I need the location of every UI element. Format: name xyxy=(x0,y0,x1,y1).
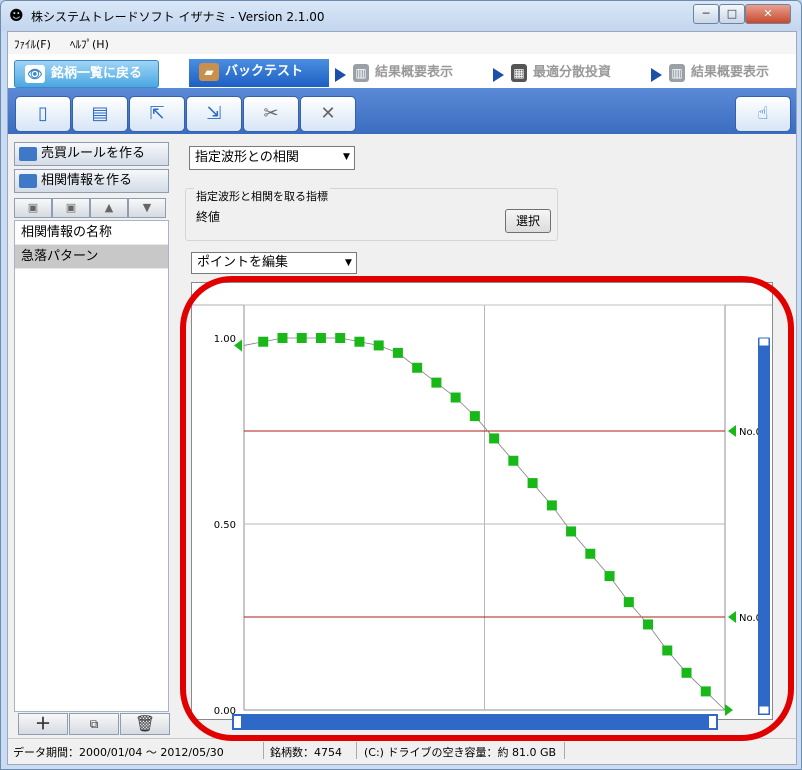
tab-results-2[interactable]: ▥ 結果概要表示 xyxy=(669,60,769,86)
export-button[interactable]: ⇱ xyxy=(129,96,185,132)
horizontal-scroll-thumb-left[interactable] xyxy=(234,716,241,728)
correlation-button[interactable]: 相関情報を作る xyxy=(14,169,169,193)
status-divider xyxy=(564,742,565,759)
move-down-icon[interactable]: ▼ xyxy=(128,198,166,218)
copy-icon[interactable]: ⧉ xyxy=(69,713,119,735)
back-to-list-button[interactable]: 👁 銘柄一覧に戻る xyxy=(14,60,159,88)
status-divider xyxy=(356,742,357,759)
highlight-ring xyxy=(180,276,794,741)
export-icon: ⇱ xyxy=(149,103,165,124)
list-item[interactable]: 急落パターン xyxy=(15,245,168,269)
save-chart-button[interactable]: ▤ xyxy=(72,96,128,132)
menu-bar: ﾌｧｲﾙ(F) ﾍﾙﾌﾟ(H) xyxy=(8,32,796,55)
horizontal-scrollbar[interactable] xyxy=(232,714,718,730)
list-header: 相関情報の名称 xyxy=(15,221,168,245)
hand-button[interactable]: ☝ xyxy=(735,96,791,132)
new-doc-icon: ▯ xyxy=(38,103,48,124)
save-as-icon[interactable]: ▣ xyxy=(52,198,90,218)
new-button[interactable]: ▯ xyxy=(15,96,71,132)
tab-results[interactable]: ▥ 結果概要表示 xyxy=(353,60,453,86)
delete-icon[interactable]: 🗑 xyxy=(120,713,170,735)
maximize-button[interactable]: □ xyxy=(719,4,745,24)
tools-button[interactable]: ✂ xyxy=(243,96,299,132)
chevron-down-icon: ▼ xyxy=(345,258,352,268)
move-up-icon[interactable]: ▲ xyxy=(90,198,128,218)
list-actions: ＋ ⧉ 🗑 xyxy=(14,713,170,735)
minimize-button[interactable]: ─ xyxy=(693,4,719,24)
select-button[interactable]: 選択 xyxy=(505,209,551,233)
menu-help[interactable]: ﾍﾙﾌﾟ(H) xyxy=(70,36,109,52)
horizontal-scroll-thumb-right[interactable] xyxy=(709,716,716,728)
tab-portfolio-label: 最適分散投資 xyxy=(533,65,612,80)
import-button[interactable]: ⇲ xyxy=(186,96,242,132)
mode-select[interactable]: 指定波形との相関 ▼ xyxy=(189,146,355,170)
status-disk: (C:) ドライブの空き容量：約 81.0 GB xyxy=(364,746,557,759)
tools-icon: ✂ xyxy=(263,103,279,124)
back-label: 銘柄一覧に戻る xyxy=(51,66,143,81)
chart-icon: ▥ xyxy=(669,63,685,82)
correlation-list: 相関情報の名称 急落パターン xyxy=(14,220,169,712)
trade-rule-label: 売買ルールを作る xyxy=(41,146,146,161)
tab-results-label: 結果概要表示 xyxy=(375,65,454,80)
correlation-label: 相関情報を作る xyxy=(41,173,133,188)
save-chart-icon: ▤ xyxy=(91,103,109,124)
chart-icon: ▥ xyxy=(353,63,369,82)
rule-icon xyxy=(19,146,37,161)
settings-icon: ✕ xyxy=(320,103,336,124)
tab-results-2-label: 結果概要表示 xyxy=(691,65,770,80)
tab-arrow-icon xyxy=(651,68,662,82)
tab-backtest[interactable]: ▰ バックテスト xyxy=(189,59,329,87)
tab-backtest-label: バックテスト xyxy=(225,64,304,79)
save-icon[interactable]: ▣ xyxy=(14,198,52,218)
trade-rule-button[interactable]: 売買ルールを作る xyxy=(14,142,169,166)
tab-arrow-icon xyxy=(493,68,504,82)
app-icon: ☻ xyxy=(9,8,24,24)
import-icon: ⇲ xyxy=(206,103,222,124)
group-label: 指定波形と相関を取る指標 xyxy=(194,188,330,204)
tab-strip: 👁 銘柄一覧に戻る ▰ バックテスト ▥ 結果概要表示 ▦ 最適分散投資 ▥ 結果概要表示 xyxy=(8,54,796,88)
status-period: データ期間：2000/01/04 ～ 2012/05/30 xyxy=(13,746,224,759)
window-title: 株システムトレードソフト イザナミ - Version 2.1.00 xyxy=(31,10,325,24)
list-toolbar: ▣ ▣ ▲ ▼ xyxy=(14,198,169,218)
bag-icon: ▰ xyxy=(199,62,219,81)
chevron-down-icon: ▼ xyxy=(343,152,350,162)
edit-mode-value: ポイントを編集 xyxy=(197,255,289,270)
grid-icon: ▦ xyxy=(511,63,527,82)
toolbar: ▯ ▤ ⇱ ⇲ ✂ ✕ ☝ xyxy=(8,88,796,134)
menu-file[interactable]: ﾌｧｲﾙ(F) xyxy=(14,36,51,52)
hand-icon: ☝ xyxy=(757,103,769,124)
status-bar: データ期間：2000/01/04 ～ 2012/05/30 銘柄数：4754 (… xyxy=(8,738,796,763)
eye-icon: 👁 xyxy=(25,64,45,83)
settings-button[interactable]: ✕ xyxy=(300,96,356,132)
edit-mode-select[interactable]: ポイントを編集 ▼ xyxy=(191,252,357,274)
close-button[interactable]: ✕ xyxy=(745,4,791,24)
add-icon[interactable]: ＋ xyxy=(18,713,68,735)
status-divider xyxy=(263,742,264,759)
correlation-icon xyxy=(19,173,37,188)
tab-arrow-icon xyxy=(335,68,346,82)
indicator-group: 指定波形と相関を取る指標 終値 選択 xyxy=(185,188,558,241)
indicator-value: 終値 xyxy=(196,210,221,224)
title-bar: ☻ 株システムトレードソフト イザナミ - Version 2.1.00 ─ □… xyxy=(1,1,801,31)
tab-portfolio[interactable]: ▦ 最適分散投資 xyxy=(511,60,611,86)
status-count: 銘柄数：4754 xyxy=(270,746,342,759)
mode-value: 指定波形との相関 xyxy=(195,150,299,165)
